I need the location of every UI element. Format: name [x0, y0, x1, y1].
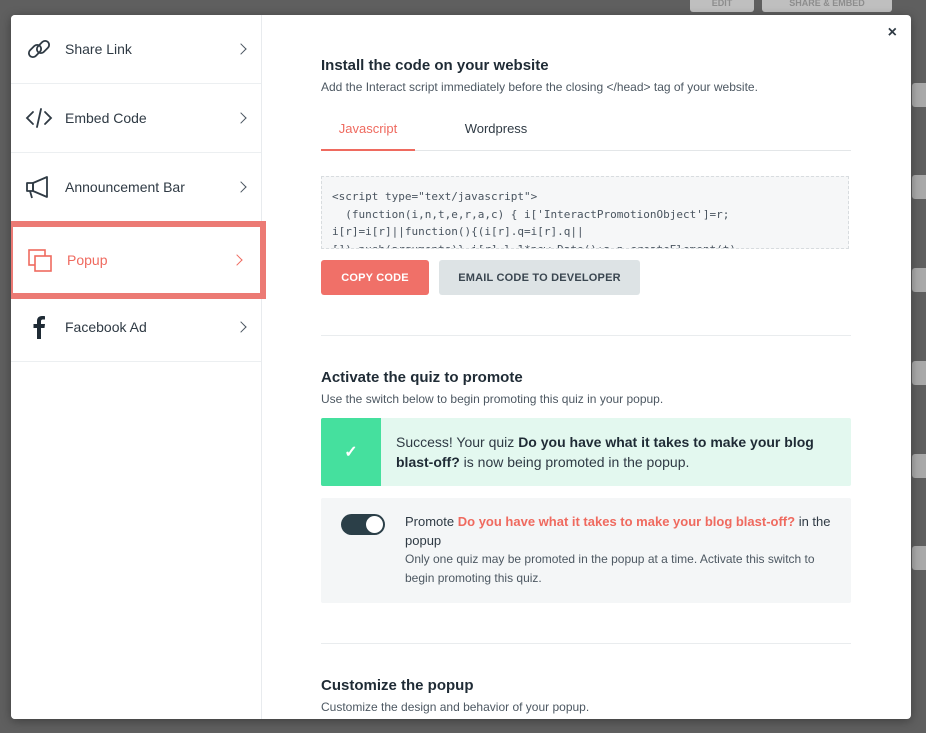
bg-side-tab	[912, 268, 926, 292]
email-code-button[interactable]: EMAIL CODE TO DEVELOPER	[439, 260, 640, 295]
sidebar-item-share-link[interactable]: Share Link	[11, 15, 261, 84]
popup-icon	[26, 246, 54, 274]
share-embed-modal: Share Link Embed Code Announcement Bar P…	[11, 15, 911, 719]
sidebar-item-label: Announcement Bar	[65, 179, 185, 195]
sidebar-item-label: Popup	[67, 252, 108, 268]
success-banner: ✓ Success! Your quiz Do you have what it…	[321, 418, 851, 486]
bg-side-tab	[912, 83, 926, 107]
section-divider	[321, 335, 851, 336]
sidebar-item-label: Share Link	[65, 41, 132, 57]
activate-title: Activate the quiz to promote	[321, 369, 523, 386]
chevron-right-icon	[235, 181, 247, 193]
bg-side-tab	[912, 175, 926, 199]
close-icon[interactable]: ×	[888, 24, 897, 42]
bg-edit-button: EDIT	[690, 0, 754, 12]
sidebar-item-embed-code[interactable]: Embed Code	[11, 84, 261, 153]
bg-side-tab	[912, 546, 926, 570]
bg-side-tab	[912, 454, 926, 478]
customize-subtitle: Customize the design and behavior of you…	[321, 700, 590, 714]
chevron-right-icon	[231, 254, 243, 266]
platform-tabs: Javascript Wordpress	[321, 115, 851, 151]
chevron-right-icon	[235, 321, 247, 333]
section-divider	[321, 643, 851, 644]
chevron-right-icon	[235, 112, 247, 124]
promote-panel: Promote Do you have what it takes to mak…	[321, 498, 851, 603]
bg-edit-label: EDIT	[711, 0, 733, 8]
embed-code-box[interactable]: <script type="text/javascript"> (functio…	[321, 176, 849, 249]
promote-quiz-name: Do you have what it takes to make your b…	[457, 514, 796, 529]
tab-javascript[interactable]: Javascript	[321, 115, 415, 151]
facebook-icon	[25, 313, 53, 341]
copy-code-button[interactable]: COPY CODE	[321, 260, 429, 295]
promote-toggle[interactable]	[341, 514, 385, 535]
install-title: Install the code on your website	[321, 57, 549, 74]
share-sidebar: Share Link Embed Code Announcement Bar P…	[11, 15, 265, 719]
promote-note: Only one quiz may be promoted in the pop…	[405, 552, 815, 585]
link-icon	[25, 35, 53, 63]
sidebar-item-announcement-bar[interactable]: Announcement Bar	[11, 153, 261, 222]
sidebar-item-facebook-ad[interactable]: Facebook Ad	[11, 293, 261, 362]
success-suffix: is now being promoted in the popup.	[459, 454, 690, 470]
success-prefix: Success! Your quiz	[396, 434, 519, 450]
popup-settings: Install the code on your website Add the…	[321, 15, 851, 719]
customize-title: Customize the popup	[321, 677, 474, 694]
install-subtitle: Add the Interact script immediately befo…	[321, 80, 758, 94]
bg-side-tab	[912, 361, 926, 385]
toggle-knob	[366, 516, 383, 533]
bg-share-label: SHARE & EMBED	[789, 0, 865, 8]
activate-subtitle: Use the switch below to begin promoting …	[321, 392, 664, 406]
sidebar-item-label: Facebook Ad	[65, 319, 147, 335]
success-message: Success! Your quiz Do you have what it t…	[396, 432, 836, 472]
check-icon: ✓	[321, 418, 381, 486]
code-icon	[25, 104, 53, 132]
bg-share-button: SHARE & EMBED	[762, 0, 892, 12]
promote-label: Promote Do you have what it takes to mak…	[405, 512, 835, 550]
sidebar-item-popup[interactable]: Popup	[11, 222, 265, 298]
promote-prefix: Promote	[405, 514, 458, 529]
megaphone-icon	[25, 173, 53, 201]
tab-wordpress[interactable]: Wordpress	[451, 115, 541, 149]
chevron-right-icon	[235, 43, 247, 55]
sidebar-item-label: Embed Code	[65, 110, 147, 126]
